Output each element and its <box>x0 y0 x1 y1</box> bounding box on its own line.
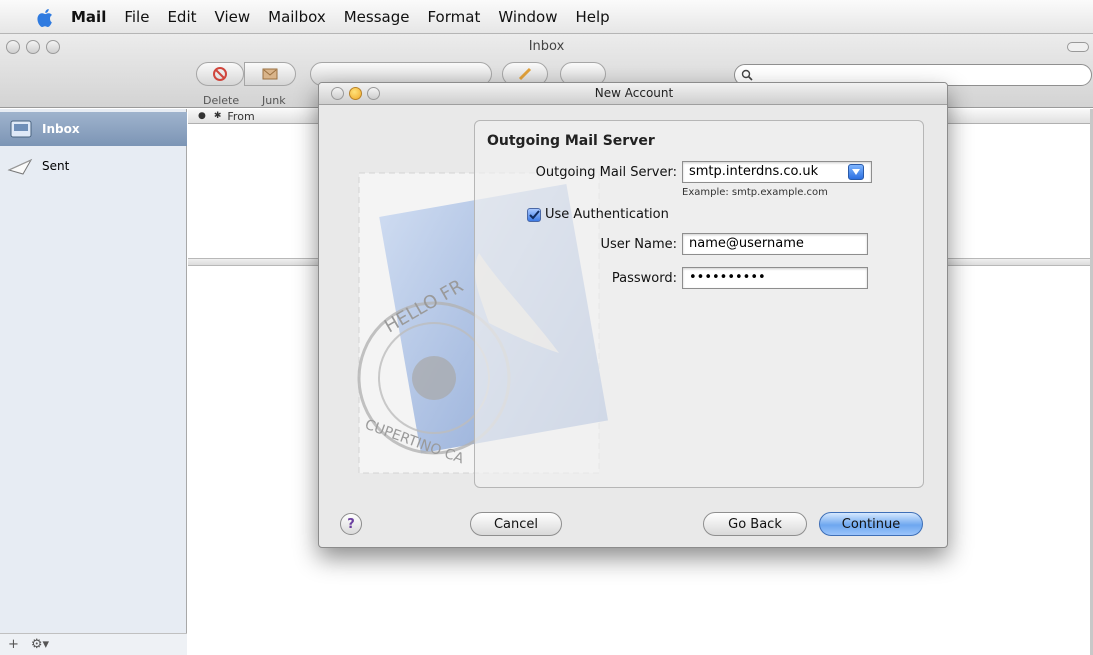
menu-file[interactable]: File <box>115 0 158 34</box>
window-title: Inbox <box>528 39 565 54</box>
junk-label: Junk <box>262 94 286 107</box>
unread-column-icon[interactable]: ● <box>198 111 206 121</box>
menu-edit[interactable]: Edit <box>158 0 205 34</box>
search-icon <box>741 69 753 81</box>
dialog-titlebar: New Account <box>319 83 947 105</box>
panel-heading: Outgoing Mail Server <box>487 133 655 149</box>
outgoing-server-field[interactable]: smtp.interdns.co.uk <box>682 161 872 183</box>
sidebar-footer: + ⚙▾ <box>0 633 187 655</box>
junk-button[interactable] <box>244 62 296 86</box>
apple-menu-icon[interactable] <box>36 7 56 29</box>
sidebar-item-sent[interactable]: Sent <box>0 149 187 183</box>
go-back-button[interactable]: Go Back <box>703 512 807 536</box>
settings-panel: Outgoing Mail Server Outgoing Mail Serve… <box>474 120 924 488</box>
use-authentication-label[interactable]: Use Authentication <box>545 207 669 222</box>
use-authentication-checkbox[interactable] <box>527 208 541 222</box>
menu-mailbox[interactable]: Mailbox <box>259 0 335 34</box>
sidebar-item-label: Sent <box>42 159 70 173</box>
menu-mail[interactable]: Mail <box>62 0 115 34</box>
continue-button[interactable]: Continue <box>819 512 923 536</box>
server-dropdown-button[interactable] <box>848 164 864 180</box>
sidebar-item-label: Inbox <box>42 122 80 136</box>
attachment-column-icon[interactable]: ✱ <box>214 111 222 121</box>
menu-message[interactable]: Message <box>335 0 419 34</box>
checkmark-icon <box>528 210 540 220</box>
menu-view[interactable]: View <box>206 0 260 34</box>
menu-format[interactable]: Format <box>418 0 489 34</box>
password-label: Password: <box>611 271 677 286</box>
outgoing-server-hint: Example: smtp.example.com <box>682 187 828 198</box>
pencil-icon <box>518 67 532 81</box>
menu-bar: Mail File Edit View Mailbox Message Form… <box>0 0 1093 34</box>
username-label: User Name: <box>600 237 678 252</box>
toolbar-toggle-button[interactable] <box>1067 42 1089 52</box>
cancel-button[interactable]: Cancel <box>470 512 562 536</box>
help-button[interactable]: ? <box>340 513 362 535</box>
gear-icon[interactable]: ⚙▾ <box>31 637 49 652</box>
sent-icon <box>6 155 36 177</box>
junk-icon <box>262 68 278 80</box>
dialog-title: New Account <box>594 86 674 100</box>
new-account-dialog: New Account HELLO FR CUPERTINO CA Outgoi… <box>318 82 948 548</box>
inbox-icon <box>6 118 36 140</box>
delete-icon <box>213 67 227 81</box>
chevron-down-icon <box>852 169 860 175</box>
delete-label: Delete <box>203 94 240 107</box>
menu-window[interactable]: Window <box>489 0 566 34</box>
mailbox-sidebar: Inbox Sent + ⚙▾ <box>0 109 187 655</box>
password-field[interactable]: •••••••••• <box>682 267 868 289</box>
add-mailbox-icon[interactable]: + <box>8 637 19 652</box>
delete-button[interactable] <box>196 62 244 86</box>
outgoing-server-label: Outgoing Mail Server: <box>535 165 677 180</box>
username-field[interactable]: name@username <box>682 233 868 255</box>
sidebar-item-inbox[interactable]: Inbox <box>0 112 187 146</box>
column-from[interactable]: From <box>227 110 254 123</box>
menu-help[interactable]: Help <box>566 0 618 34</box>
